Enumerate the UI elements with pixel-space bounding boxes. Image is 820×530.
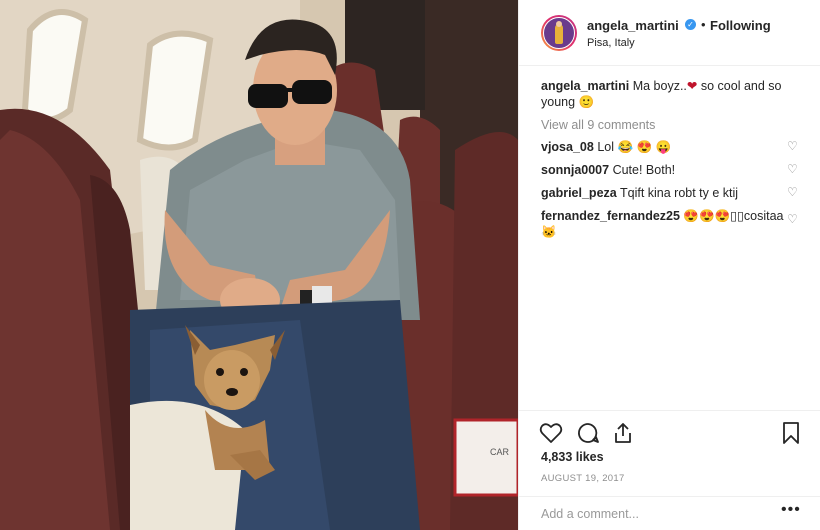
avatar-image bbox=[543, 17, 575, 49]
following-button[interactable]: Following bbox=[710, 18, 771, 33]
like-heart-icon[interactable] bbox=[539, 421, 563, 445]
comment-text: Tqift kina robt ty e ktij bbox=[619, 186, 739, 200]
comment-item: fernandez_fernandez25 😍😍😍▯▯cositaa 🐱 ♡ bbox=[541, 208, 798, 240]
share-icon[interactable] bbox=[611, 421, 635, 445]
caption-heart-emoji: ❤ bbox=[686, 79, 698, 93]
svg-text:CAR: CAR bbox=[490, 447, 510, 457]
comment-text: Cute! Both! bbox=[612, 163, 676, 177]
comment-bubble-icon[interactable] bbox=[576, 421, 600, 445]
header-username[interactable]: angela_martini bbox=[587, 18, 679, 33]
comment-item: vjosa_08 Lol 😂 😍 😛 ♡ bbox=[541, 139, 798, 155]
comment-username[interactable]: sonnja0007 bbox=[541, 163, 609, 177]
comment-item: sonnja0007 Cute! Both! ♡ bbox=[541, 162, 798, 178]
action-bar bbox=[519, 410, 820, 450]
avatar[interactable] bbox=[541, 15, 577, 51]
verified-badge-icon: ✓ bbox=[685, 19, 696, 30]
instagram-post: CAR angela_martini ✓ • Following Pisa, I… bbox=[0, 0, 820, 530]
comment-username[interactable]: vjosa_08 bbox=[541, 140, 594, 154]
post-date[interactable]: AUGUST 19, 2017 bbox=[541, 473, 625, 484]
location-link[interactable]: Pisa, Italy bbox=[587, 37, 635, 49]
comment-like-icon[interactable]: ♡ bbox=[787, 163, 798, 175]
post-side-panel: angela_martini ✓ • Following Pisa, Italy… bbox=[518, 0, 820, 530]
post-header: angela_martini ✓ • Following Pisa, Italy bbox=[519, 0, 820, 66]
comment-username[interactable]: gabriel_peza bbox=[541, 186, 617, 200]
comment-like-icon[interactable]: ♡ bbox=[787, 140, 798, 152]
comments-section: angela_martini Ma boyz..❤ so cool and so… bbox=[541, 78, 811, 240]
avatar-head bbox=[556, 21, 562, 27]
bookmark-icon[interactable] bbox=[779, 421, 803, 445]
post-photo[interactable]: CAR bbox=[0, 0, 518, 530]
comment-text: Lol 😂 😍 😛 bbox=[597, 140, 672, 154]
avatar-figure bbox=[555, 24, 563, 44]
view-all-comments-link[interactable]: View all 9 comments bbox=[541, 118, 811, 132]
caption-emoji: 🙂 bbox=[578, 95, 595, 109]
comment-username[interactable]: fernandez_fernandez25 bbox=[541, 209, 680, 223]
add-comment-input[interactable] bbox=[539, 506, 773, 522]
more-options-icon[interactable]: ••• bbox=[781, 501, 801, 519]
likes-count[interactable]: 4,833 likes bbox=[541, 450, 604, 464]
photo-illustration: CAR bbox=[0, 0, 518, 530]
add-comment-bar: ••• bbox=[519, 496, 820, 530]
comment-item: gabriel_peza Tqift kina robt ty e ktij ♡ bbox=[541, 185, 798, 201]
caption-username[interactable]: angela_martini bbox=[541, 79, 629, 93]
comment-like-icon[interactable]: ♡ bbox=[787, 186, 798, 198]
caption: angela_martini Ma boyz..❤ so cool and so… bbox=[541, 78, 786, 110]
header-separator: • bbox=[701, 17, 706, 32]
caption-text-start: Ma boyz.. bbox=[632, 79, 687, 93]
comment-like-icon[interactable]: ♡ bbox=[787, 213, 798, 225]
